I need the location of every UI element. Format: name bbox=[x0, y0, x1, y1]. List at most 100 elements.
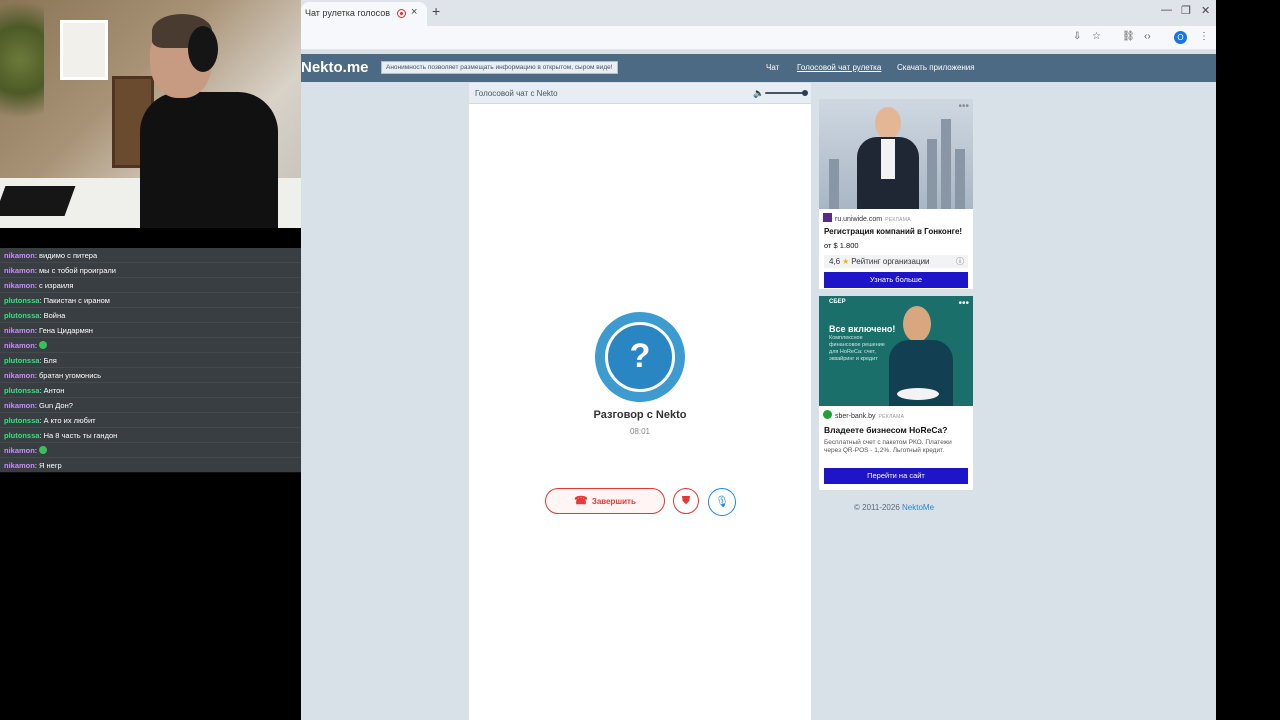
profile-avatar[interactable]: О bbox=[1174, 31, 1187, 44]
partner-avatar: ? bbox=[595, 312, 685, 402]
conversation-label: Разговор с Nekto bbox=[593, 409, 687, 421]
nav-download-apps[interactable]: Скачать приложения bbox=[897, 63, 975, 72]
volume-icon[interactable]: 🔈 bbox=[753, 88, 764, 99]
address-bar: ⇩ ☆ ⛓ ‹› О ⋮ bbox=[301, 26, 1216, 50]
chat-message-text: : На 8 часть ты гандон bbox=[39, 431, 118, 440]
stream-chat-message: nikamon: bbox=[0, 443, 301, 458]
chat-username: plutonssa bbox=[4, 296, 40, 305]
ad-sber[interactable]: СБЕР Все включено! Комплексное финансово… bbox=[819, 296, 973, 490]
end-call-button[interactable]: ☎ Завершить bbox=[545, 488, 665, 514]
install-app-icon[interactable]: ⇩ bbox=[1073, 31, 1081, 42]
nav-voice-chat[interactable]: Голосовой чат рулетка bbox=[797, 63, 881, 72]
webcam-keyboard bbox=[0, 186, 76, 216]
copyright: © 2011-2026 NektoMe bbox=[854, 503, 935, 512]
stream-chat-message: nikamon: bbox=[0, 338, 301, 353]
stream-chat-message: plutonssa: Бля bbox=[0, 353, 301, 368]
stream-chat-message: nikamon: видимо с питера bbox=[0, 248, 301, 263]
webcam-feed bbox=[0, 0, 301, 228]
tab-bar: Чат рулетка голосов × + — ❐ ✕ bbox=[301, 0, 1216, 26]
link-icon[interactable]: ⛓ bbox=[1122, 31, 1135, 42]
bookmark-star-icon[interactable]: ☆ bbox=[1092, 31, 1101, 42]
volume-slider[interactable] bbox=[765, 92, 805, 94]
footer-link[interactable]: NektoMe bbox=[902, 503, 934, 512]
stream-chat-message: nikamon: Я негр bbox=[0, 458, 301, 473]
chat-username: plutonssa bbox=[4, 386, 40, 395]
end-call-label: Завершить bbox=[591, 497, 636, 506]
site-header: Nekto.me Анонимность позволяет размещать… bbox=[301, 54, 1216, 82]
stream-chat-message: plutonssa: А кто их любит bbox=[0, 413, 301, 428]
ad-title[interactable]: Владеете бизнесом HoReCa? bbox=[824, 425, 947, 435]
ad-price: от $ 1.800 bbox=[824, 241, 859, 250]
webcam-headset bbox=[188, 26, 218, 72]
stream-chat-overlay: nikamon: видимо с питера nikamon: мы с то… bbox=[0, 248, 301, 473]
minimize-icon[interactable]: — bbox=[1161, 4, 1172, 16]
chef-head bbox=[903, 306, 931, 342]
chat-message-text: : bbox=[34, 341, 37, 350]
ad-options-icon[interactable]: ••• bbox=[958, 298, 969, 309]
ad-image-businessman[interactable]: ••• bbox=[819, 99, 973, 209]
chat-message-text: : мы с тобой проиграли bbox=[34, 266, 116, 275]
nav-chat[interactable]: Чат bbox=[766, 63, 779, 72]
question-mark-icon: ? bbox=[605, 322, 675, 392]
tab-close-icon[interactable]: × bbox=[411, 6, 417, 18]
stream-chat-message: nikamon: мы с тобой проиграли bbox=[0, 263, 301, 278]
stream-chat-message: plutonssa: Пакистан с ираном bbox=[0, 293, 301, 308]
chat-username: nikamon bbox=[4, 326, 35, 335]
recording-icon bbox=[397, 9, 406, 18]
stream-chat-message: plutonssa: На 8 часть ты гандон bbox=[0, 428, 301, 443]
stream-chat-message: nikamon: Гена Цидармян bbox=[0, 323, 301, 338]
chat-message-text: : братан угомонись bbox=[34, 371, 102, 380]
chat-username: plutonssa bbox=[4, 356, 40, 365]
chat-panel-header: Голосовой чат с Nekto 🔈 bbox=[469, 83, 811, 104]
ad-options-icon[interactable]: ••• bbox=[958, 101, 969, 112]
chat-username: nikamon bbox=[4, 251, 35, 260]
chat-panel-title: Голосовой чат с Nekto bbox=[475, 89, 558, 98]
chat-message-text: : Антон bbox=[39, 386, 65, 395]
webcam-person-body bbox=[140, 92, 278, 228]
emote-icon bbox=[38, 446, 47, 454]
chat-message-text: : с израиля bbox=[34, 281, 74, 290]
emote-icon bbox=[38, 341, 47, 349]
ad-visit-site-button[interactable]: Перейти на сайт bbox=[824, 468, 968, 484]
chat-message-text: : А кто их любит bbox=[39, 416, 96, 425]
chat-message-text: : bbox=[34, 446, 37, 455]
chat-username: plutonssa bbox=[4, 431, 40, 440]
chat-message-text: : Я негр bbox=[34, 461, 62, 470]
ad-learn-more-button[interactable]: Узнать больше bbox=[824, 272, 968, 288]
ad-domain: sber-bank.by РЕКЛАМА bbox=[823, 410, 904, 420]
new-tab-button[interactable]: + bbox=[432, 3, 440, 19]
ad-rating: 4,6 ★ Рейтинг организации ⓘ bbox=[824, 255, 968, 268]
ad-image-subtext: Комплексное финансовое решение для HoReC… bbox=[829, 335, 885, 362]
chat-username: nikamon bbox=[4, 266, 35, 275]
star-icon: ★ bbox=[842, 257, 850, 266]
chat-message-text: : Пакистан с ираном bbox=[39, 296, 110, 305]
chat-username: plutonssa bbox=[4, 311, 40, 320]
info-icon[interactable]: ⓘ bbox=[956, 255, 964, 268]
site-logo[interactable]: Nekto.me bbox=[301, 59, 369, 76]
webcam-plant bbox=[0, 0, 44, 140]
menu-kebab-icon[interactable]: ⋮ bbox=[1199, 31, 1209, 42]
browser-window: Чат рулетка голосов × + — ❐ ✕ ⇩ ☆ ⛓ ‹› О… bbox=[301, 0, 1216, 720]
code-icon[interactable]: ‹› bbox=[1144, 31, 1151, 42]
chat-username: nikamon bbox=[4, 281, 35, 290]
close-window-icon[interactable]: ✕ bbox=[1201, 4, 1210, 17]
man-shirt bbox=[881, 139, 895, 179]
restore-icon[interactable]: ❐ bbox=[1181, 4, 1191, 17]
sber-favicon-icon bbox=[823, 410, 832, 419]
chat-message-text: : Гена Цидармян bbox=[34, 326, 93, 335]
shield-icon: ⛊ bbox=[681, 495, 691, 507]
tab-title: Чат рулетка голосов bbox=[305, 8, 390, 18]
ad-image-chef[interactable]: СБЕР Все включено! Комплексное финансово… bbox=[819, 296, 973, 406]
voice-chat-panel: Голосовой чат с Nekto 🔈 ? Разговор с Nek… bbox=[469, 83, 811, 720]
microphone-button[interactable]: 🎙 bbox=[708, 488, 736, 516]
ad-title[interactable]: Регистрация компаний в Гонконге! bbox=[824, 227, 962, 236]
chat-username: nikamon bbox=[4, 446, 35, 455]
report-shield-button[interactable]: ⛊ bbox=[673, 488, 699, 514]
chat-username: nikamon bbox=[4, 371, 35, 380]
volume-slider-handle[interactable] bbox=[802, 90, 808, 96]
ad-uniwide[interactable]: ••• ru.uniwide.com РЕКЛАМА Регистрация ко… bbox=[819, 99, 973, 289]
tab-active[interactable]: Чат рулетка голосов × bbox=[301, 2, 427, 26]
chat-message-text: : Gun Дон? bbox=[34, 401, 73, 410]
ad-domain: ru.uniwide.com РЕКЛАМА bbox=[823, 213, 911, 223]
chat-message-text: : Война bbox=[39, 311, 66, 320]
